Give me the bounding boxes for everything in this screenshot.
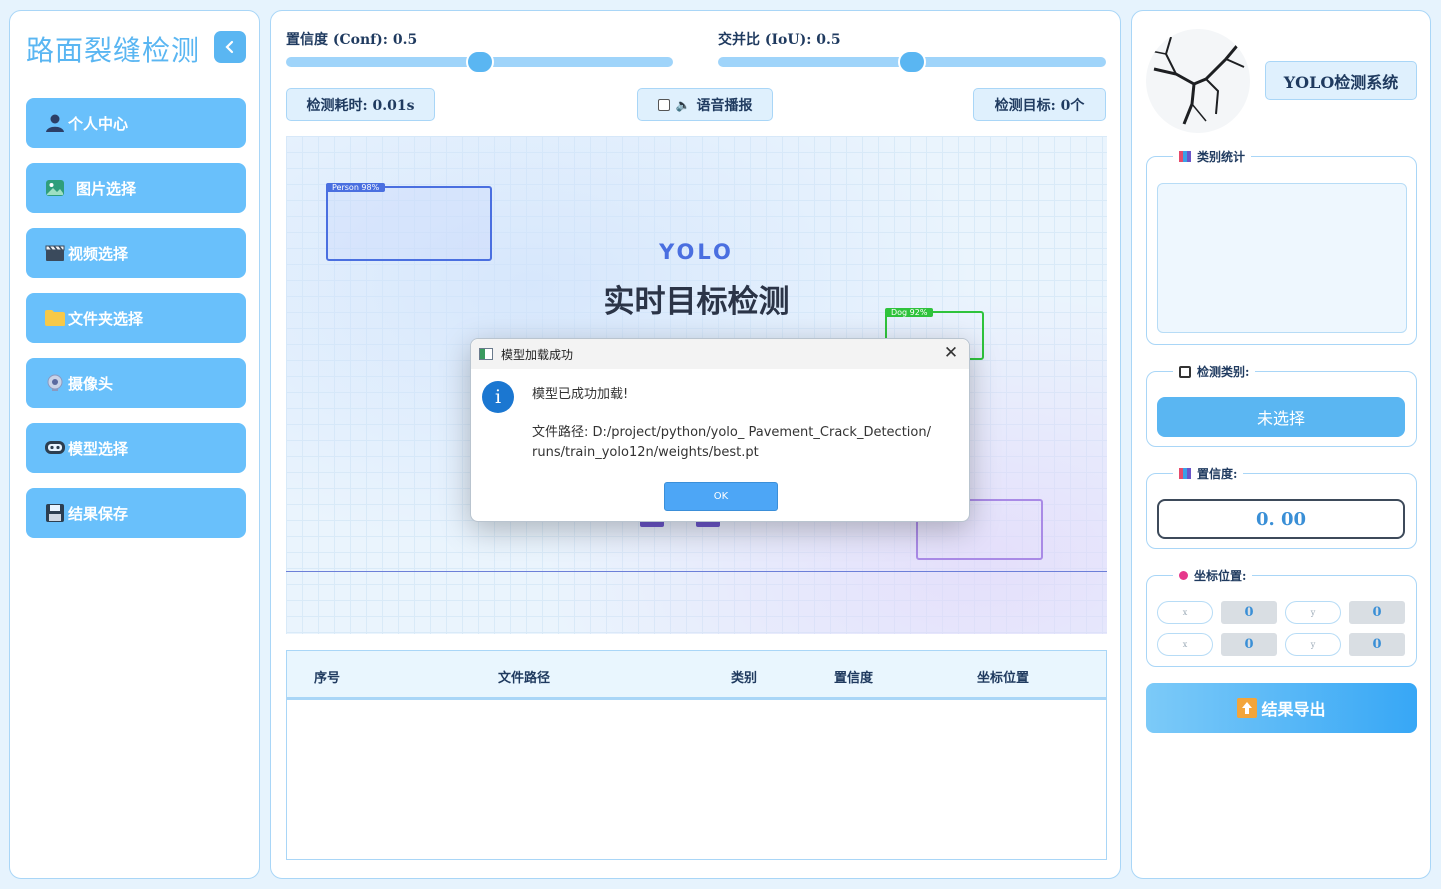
nav-folder-button[interactable]: 文件夹选择 [26,293,246,343]
close-icon[interactable]: ✕ [941,343,961,363]
column-header[interactable]: 坐标位置 [977,667,1029,686]
conf-title: 置信度: [1197,467,1238,481]
column-header[interactable]: 置信度 [834,667,873,686]
viewer-headline: 实时目标检测 [603,284,790,320]
nav-label: 视频选择 [68,244,129,263]
conf-display: 0. 00 [1157,499,1405,539]
stats-group: 类别统计 [1146,148,1417,345]
info-panel: YOLO检测系统 类别统计 检测类别: 未选择 置信度: 0. 00 坐标位置:… [1131,10,1431,879]
sidebar-panel: 路面裂缝检测 个人中心 图片选择 视频选择 文件夹选择 摄像头 模型选择 结果保… [9,10,260,879]
class-group: 检测类别: 未选择 [1146,363,1417,447]
nav-label: 模型选择 [68,439,129,458]
ok-button[interactable]: OK [664,482,778,511]
dialog-path-line: runs/train_yolo12n/weights/best.pt [532,445,759,460]
image-icon [44,177,66,199]
table-header: 序号 文件路径 类别 置信度 坐标位置 [287,651,1106,700]
conf-slider-thumb[interactable] [465,50,494,74]
class-select[interactable]: 未选择 [1157,397,1405,437]
nav-save-button[interactable]: 结果保存 [26,488,246,538]
model-loaded-dialog: 模型加载成功 ✕ i 模型已成功加载! 文件路径: D:/project/pyt… [470,338,970,522]
export-icon [1237,698,1258,718]
coord-title: 坐标位置: [1194,569,1247,583]
class-title: 检测类别: [1197,365,1250,379]
nav-label: 摄像头 [68,374,114,393]
scan-line [286,571,1107,572]
speaker-icon: 🔈 [675,97,691,112]
time-badge: 检测耗时: 0.01s [286,88,435,121]
column-header[interactable]: 类别 [731,667,757,686]
voice-toggle[interactable]: 🔈 语音播报 [637,88,773,121]
nav-profile-button[interactable]: 个人中心 [26,98,246,148]
chevron-left-icon [225,40,234,54]
nav-model-button[interactable]: 模型选择 [26,423,246,473]
detection-label: Person 98% [326,183,386,192]
coord-value: 0 [1349,601,1405,624]
nav-label: 文件夹选择 [68,309,144,328]
crack-thumbnail [1146,29,1250,133]
coord-group: 坐标位置: x 0 y 0 x 0 y 0 [1146,567,1417,667]
camera-icon [44,372,66,394]
system-title: YOLO检测系统 [1265,61,1417,100]
pin-icon [1179,571,1188,580]
coord-key: x [1157,601,1213,624]
nav-label: 结果保存 [68,504,129,523]
model-icon [44,437,66,459]
results-table: 序号 文件路径 类别 置信度 坐标位置 [286,650,1107,860]
chart-icon [1179,151,1191,162]
nav-label: 个人中心 [68,114,129,133]
dialog-title: 模型加载成功 [501,347,574,362]
targets-badge: 检测目标: 0个 [973,88,1106,121]
voice-label: 语音播报 [696,97,753,114]
class-checkbox[interactable] [1179,365,1191,378]
dialog-message: 模型已成功加载! [532,387,629,402]
coord-key: y [1285,633,1341,656]
video-icon [44,242,66,264]
info-icon: i [482,381,514,413]
nav-label: 图片选择 [76,179,137,198]
collapse-sidebar-button[interactable] [214,31,246,63]
iou-slider-thumb[interactable] [898,50,926,74]
iou-label: 交并比 (IoU): 0.5 [718,32,841,48]
conf-group: 置信度: 0. 00 [1146,465,1417,549]
stats-title: 类别统计 [1197,150,1246,164]
user-icon [44,112,66,134]
dialog-titlebar: 模型加载成功 ✕ [471,339,969,369]
folder-icon [44,307,66,329]
export-button[interactable]: 结果导出 [1146,683,1417,733]
dialog-path: 文件路径: D:/project/python/yolo_ Pavement_C… [532,423,931,463]
app-title: 路面裂缝检测 [26,34,201,67]
coord-key: y [1285,601,1341,624]
coord-value: 0 [1349,633,1405,656]
dialog-path-line: 文件路径: D:/project/python/yolo_ Pavement_C… [532,425,931,440]
stats-chart-area [1157,183,1407,333]
voice-checkbox[interactable] [657,98,670,111]
viewer-brand: YOLO [659,240,734,264]
column-header[interactable]: 序号 [314,667,340,686]
chart-icon [1179,468,1191,479]
column-header[interactable]: 文件路径 [498,667,550,686]
coord-key: x [1157,633,1213,656]
nav-image-button[interactable]: 图片选择 [26,163,246,213]
export-label: 结果导出 [1261,700,1326,719]
coord-value: 0 [1221,601,1277,624]
nav-video-button[interactable]: 视频选择 [26,228,246,278]
window-icon [479,348,493,360]
coord-value: 0 [1221,633,1277,656]
conf-label: 置信度 (Conf): 0.5 [286,32,418,48]
save-icon [44,502,66,524]
nav-camera-button[interactable]: 摄像头 [26,358,246,408]
